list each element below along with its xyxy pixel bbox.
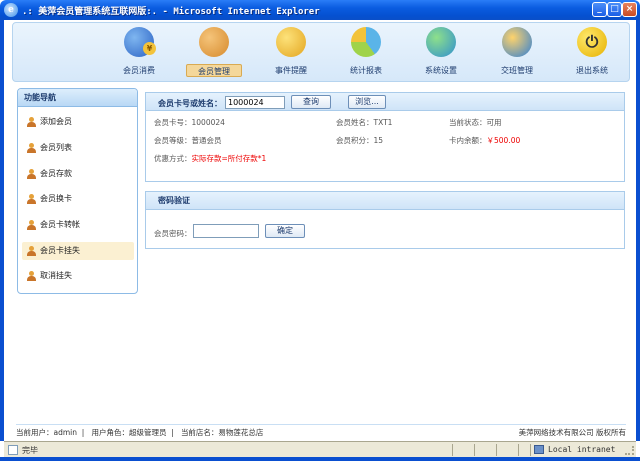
- member-level: 会员等级：普通会员: [154, 136, 222, 145]
- user-icon: [26, 246, 36, 256]
- chat-bubble-icon: [276, 27, 306, 57]
- nav-shift-manage[interactable]: 交班管理: [489, 27, 545, 81]
- user-icon: [26, 169, 36, 179]
- footer: 当前用户：admin | 用户角色：超级管理员 | 当前店名：易物莲花总店 美萍…: [16, 424, 626, 439]
- zone-text: Local intranet: [548, 445, 616, 454]
- pie-chart-icon: [351, 27, 381, 57]
- user-icon: [26, 220, 36, 230]
- search-label: 会员卡号或姓名：: [158, 99, 222, 108]
- status-bar: 完毕 Local intranet: [4, 441, 636, 457]
- sidebar-item-card-loss[interactable]: 会员卡挂失: [22, 242, 134, 260]
- nav-event-reminder[interactable]: 事件提醒: [263, 27, 319, 81]
- password-input[interactable]: [193, 224, 259, 238]
- footer-copyright: 美萍网络技术有限公司 版权所有: [518, 428, 626, 437]
- settings-globe-icon: [426, 27, 456, 57]
- power-icon: ⏻: [577, 27, 607, 57]
- card-balance: 卡内余额：￥500.00: [449, 136, 521, 145]
- member-points: 会员积分：15: [336, 136, 384, 145]
- sidebar: 功能导航 添加会员 会员列表 会员存款 会员换卡 会员卡转帐 会员卡挂失 取消挂…: [17, 88, 138, 294]
- title-bar[interactable]: e .: 美萍会员管理系统互联网版:. - Microsoft Internet…: [0, 0, 640, 20]
- discount-method: 优惠方式：实际存款=所付存款*1: [154, 154, 267, 163]
- member-status: 当前状态：可用: [449, 118, 502, 127]
- browse-button[interactable]: 浏览...: [348, 95, 386, 109]
- query-button[interactable]: 查询: [291, 95, 331, 109]
- user-icon: [26, 143, 36, 153]
- close-button[interactable]: ×: [622, 2, 637, 17]
- status-text: 完毕: [22, 446, 38, 455]
- page-content: ¥ 会员消费 会员管理 事件提醒 统计报表 系统设置 交班管理 ⏻ 退出系统 功…: [4, 20, 636, 441]
- nav-exit-system[interactable]: ⏻ 退出系统: [564, 27, 620, 81]
- window-title: .: 美萍会员管理系统互联网版:. - Microsoft Internet E…: [22, 7, 320, 17]
- nav-member-consume[interactable]: ¥ 会员消费: [111, 27, 167, 81]
- user-icon: [26, 194, 36, 204]
- password-label: 会员密码：: [154, 229, 192, 238]
- resize-grip-icon[interactable]: [625, 446, 634, 455]
- password-panel: 密码验证 会员密码： 确定: [145, 191, 625, 249]
- sidebar-item-member-list[interactable]: 会员列表: [22, 139, 134, 157]
- sidebar-title: 功能导航: [18, 89, 137, 107]
- member-name: 会员姓名：TXT1: [336, 118, 393, 127]
- sidebar-item-add-member[interactable]: 添加会员: [22, 113, 134, 131]
- users-icon: [199, 27, 229, 57]
- card-search-input[interactable]: [225, 96, 285, 109]
- user-icon: [26, 271, 36, 281]
- nav-member-manage[interactable]: 会员管理: [186, 27, 242, 81]
- footer-user: 当前用户：admin: [16, 428, 77, 437]
- sidebar-item-card-transfer[interactable]: 会员卡转帐: [22, 216, 134, 234]
- sidebar-item-member-deposit[interactable]: 会员存款: [22, 165, 134, 183]
- nav-system-settings[interactable]: 系统设置: [413, 27, 469, 81]
- shift-arrow-icon: [502, 27, 532, 57]
- top-nav: ¥ 会员消费 会员管理 事件提醒 统计报表 系统设置 交班管理 ⏻ 退出系统: [12, 22, 630, 82]
- member-info-panel: 会员卡号或姓名： 查询 浏览... 会员卡号：1000024 会员姓名：TXT1…: [145, 92, 625, 182]
- ie-icon: e: [4, 3, 18, 17]
- user-icon: [26, 117, 36, 127]
- search-bar: 会员卡号或姓名： 查询 浏览...: [146, 93, 624, 111]
- window-frame-right: [636, 20, 640, 441]
- intranet-icon: [534, 445, 544, 454]
- window-frame-bottom: [0, 457, 640, 461]
- coin-user-icon: ¥: [124, 27, 156, 57]
- confirm-button[interactable]: 确定: [265, 224, 305, 238]
- footer-role: 用户角色：超级管理员: [91, 428, 167, 437]
- footer-store: 当前店名：易物莲花总店: [180, 428, 264, 437]
- page-done-icon: [8, 445, 18, 455]
- maximize-button[interactable]: □: [607, 2, 622, 17]
- minimize-button[interactable]: _: [592, 2, 607, 17]
- sidebar-item-card-swap[interactable]: 会员换卡: [22, 190, 134, 208]
- password-panel-title: 密码验证: [146, 192, 624, 210]
- nav-statistics[interactable]: 统计报表: [338, 27, 394, 81]
- card-number: 会员卡号：1000024: [154, 118, 225, 127]
- sidebar-item-cancel-loss[interactable]: 取消挂失: [22, 267, 134, 285]
